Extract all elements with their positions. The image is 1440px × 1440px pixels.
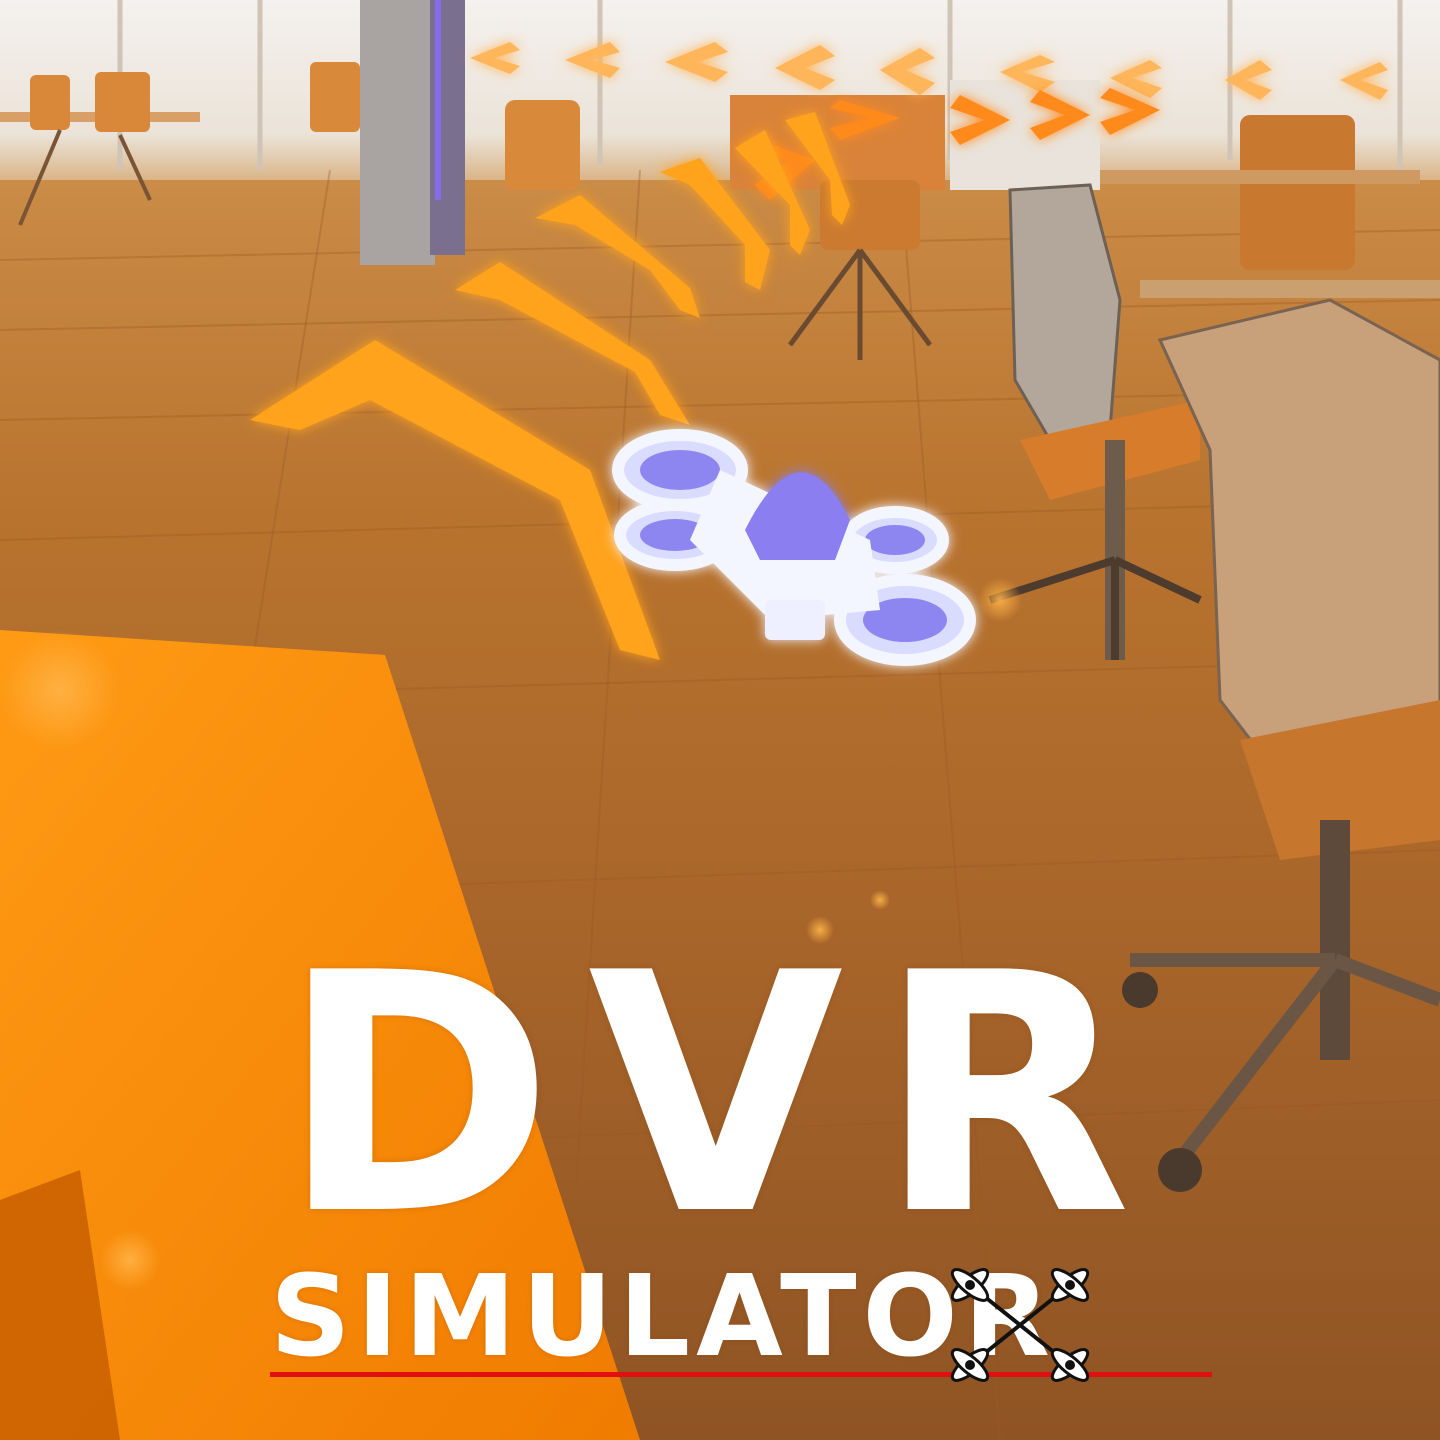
micro-drone bbox=[612, 429, 976, 666]
game-scene: DVR SIMULATOR bbox=[0, 0, 1440, 1440]
gate-arrow-row-top bbox=[470, 42, 1388, 100]
game-title: DVR SIMULATOR bbox=[250, 903, 1230, 1400]
quadcopter-icon bbox=[950, 1268, 1090, 1382]
pillar bbox=[360, 0, 465, 265]
title-main: DVR bbox=[280, 903, 1166, 1287]
